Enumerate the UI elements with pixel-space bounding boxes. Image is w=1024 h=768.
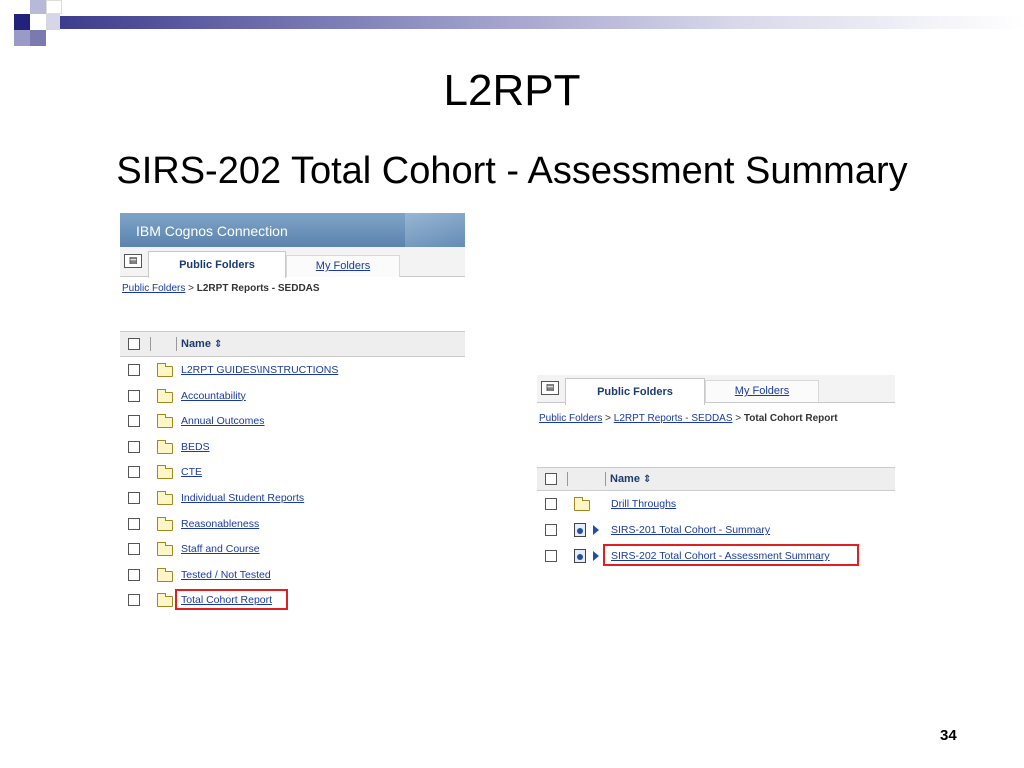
folder-icon — [157, 542, 173, 557]
folder-icon — [157, 490, 173, 505]
decoration-square — [14, 14, 30, 30]
report-link[interactable]: Drill Throughs — [611, 498, 676, 510]
cognos-connection-screenshot: IBM Cognos Connection ▤ Public Folders M… — [120, 213, 465, 629]
breadcrumb-current: L2RPT Reports - SEDDAS — [196, 283, 320, 294]
select-all-checkbox[interactable] — [545, 473, 557, 485]
list-header: Name ⇕ — [120, 331, 465, 357]
breadcrumb-current: Total Cohort Report — [743, 413, 838, 424]
folder-icon — [157, 388, 173, 403]
folder-link[interactable]: Staff and Course — [181, 543, 260, 555]
folder-icon — [574, 497, 590, 511]
folder-icon — [157, 439, 173, 454]
name-column-header[interactable]: Name ⇕ — [181, 338, 222, 350]
folder-tabbar: ▤ Public Folders My Folders — [537, 375, 895, 405]
app-title: IBM Cognos Connection — [136, 223, 288, 239]
list-item: CTE — [120, 461, 465, 487]
page-number: 34 — [940, 727, 957, 744]
list-item: SIRS-201 Total Cohort - Summary — [537, 518, 895, 544]
tab-public-folders[interactable]: Public Folders — [565, 378, 705, 405]
row-checkbox[interactable] — [128, 491, 140, 504]
folder-link[interactable]: Tested / Not Tested — [181, 569, 271, 581]
folder-link[interactable]: L2RPT GUIDES\INSTRUCTIONS — [181, 364, 338, 376]
folder-icon — [157, 516, 173, 531]
highlight-box — [175, 589, 288, 611]
list-item: SIRS-202 Total Cohort - Assessment Summa… — [537, 544, 895, 570]
slide-subtitle: SIRS-202 Total Cohort - Assessment Summa… — [116, 150, 908, 192]
row-checkbox[interactable] — [128, 364, 140, 376]
folder-link[interactable]: Individual Student Reports — [181, 492, 304, 504]
breadcrumb: Public Folders > L2RPT Reports - SEDDAS — [122, 283, 320, 294]
new-folder-icon[interactable]: ▤ — [541, 381, 559, 395]
decoration-square — [30, 30, 46, 46]
tab-my-folders[interactable]: My Folders — [705, 380, 819, 402]
breadcrumb: Public Folders > L2RPT Reports - SEDDAS … — [539, 413, 838, 424]
folder-link[interactable]: Reasonableness — [181, 518, 259, 530]
folder-link[interactable]: BEDS — [181, 441, 210, 453]
list-item: Individual Student Reports — [120, 487, 465, 513]
slide-title: L2RPT — [443, 66, 581, 115]
row-checkbox[interactable] — [128, 543, 140, 556]
app-header: IBM Cognos Connection — [120, 213, 465, 247]
list-header: Name ⇕ — [537, 467, 895, 491]
row-checkbox[interactable] — [128, 466, 140, 479]
folder-icon — [157, 465, 173, 480]
total-cohort-folder-screenshot: ▤ Public Folders My Folders Public Folde… — [537, 375, 895, 575]
list-item: Reasonableness — [120, 513, 465, 539]
decoration-square — [30, 0, 46, 14]
folder-link[interactable]: Accountability — [181, 390, 246, 402]
row-checkbox[interactable] — [128, 517, 140, 530]
row-checkbox[interactable] — [128, 440, 140, 453]
list-item: Staff and Course — [120, 538, 465, 564]
folder-link[interactable]: Annual Outcomes — [181, 415, 264, 427]
select-all-checkbox[interactable] — [128, 338, 140, 350]
name-column-header[interactable]: Name ⇕ — [610, 473, 651, 485]
folder-icon — [157, 363, 173, 377]
list-item: Drill Throughs — [537, 492, 895, 518]
row-checkbox[interactable] — [128, 389, 140, 402]
row-checkbox[interactable] — [128, 594, 140, 607]
report-icon — [574, 549, 586, 563]
row-checkbox[interactable] — [128, 568, 140, 581]
decoration-square — [14, 30, 30, 46]
report-list: Drill Throughs SIRS-201 Total Cohort - Su… — [537, 491, 895, 570]
list-item: Tested / Not Tested — [120, 564, 465, 590]
folder-link[interactable]: CTE — [181, 466, 202, 478]
folder-tabbar: ▤ Public Folders My Folders — [120, 247, 465, 278]
tab-public-folders[interactable]: Public Folders — [148, 251, 286, 278]
report-icon — [574, 523, 586, 537]
sort-arrows-icon[interactable]: ⇕ — [214, 339, 222, 350]
decoration-square — [46, 0, 62, 14]
list-item: BEDS — [120, 436, 465, 462]
row-checkbox[interactable] — [545, 550, 557, 562]
report-link[interactable]: SIRS-201 Total Cohort - Summary — [611, 524, 770, 536]
breadcrumb-link-public-folders[interactable]: Public Folders — [122, 283, 185, 294]
new-folder-icon[interactable]: ▤ — [124, 254, 142, 268]
run-report-icon[interactable] — [593, 525, 599, 535]
tab-my-folders[interactable]: My Folders — [286, 255, 400, 277]
folder-icon — [157, 414, 173, 429]
list-item: L2RPT GUIDES\INSTRUCTIONS — [120, 359, 465, 385]
row-checkbox[interactable] — [545, 524, 557, 536]
highlight-box — [603, 544, 859, 566]
folder-list: L2RPT GUIDES\INSTRUCTIONS Accountability A… — [120, 357, 465, 615]
run-report-icon[interactable] — [593, 551, 599, 561]
breadcrumb-link-l2rpt-reports[interactable]: L2RPT Reports - SEDDAS — [614, 413, 733, 424]
sort-arrows-icon[interactable]: ⇕ — [643, 474, 651, 485]
row-checkbox[interactable] — [128, 415, 140, 428]
breadcrumb-link-public-folders[interactable]: Public Folders — [539, 413, 602, 424]
list-item: Annual Outcomes — [120, 410, 465, 436]
decoration-gradient-bar — [60, 16, 1024, 29]
list-item: Total Cohort Report — [120, 589, 465, 615]
decoration-square — [46, 14, 60, 30]
folder-icon — [157, 593, 173, 608]
folder-icon — [157, 567, 173, 582]
list-item: Accountability — [120, 385, 465, 411]
row-checkbox[interactable] — [545, 498, 557, 510]
